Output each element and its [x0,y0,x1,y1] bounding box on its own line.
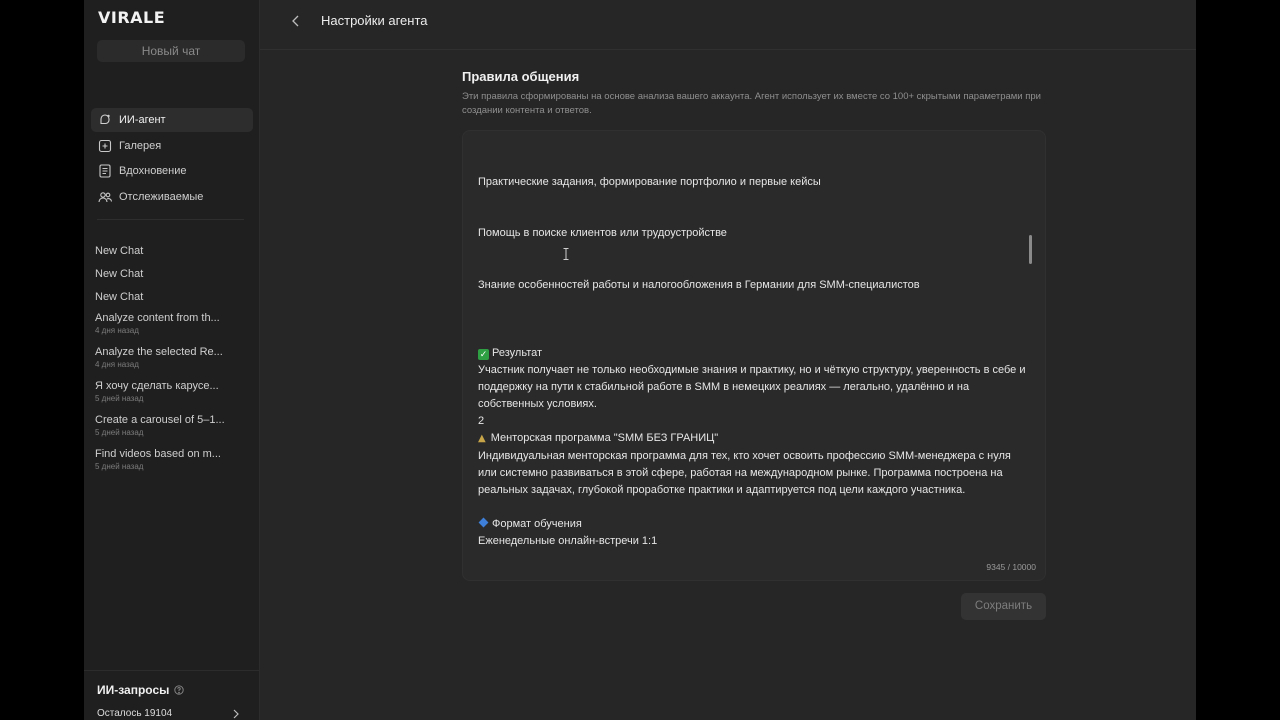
quota-title-label: ИИ-запросы [97,683,170,697]
chat-title: New Chat [95,291,144,303]
sidebar-item-label: ИИ-агент [119,114,166,126]
chat-history-item[interactable]: Analyze the selected Re... 4 дня назад [95,345,245,371]
text-cursor-icon [563,248,569,260]
check-mark-icon: ✓ [478,348,489,360]
page-title: Настройки агента [321,13,428,28]
editor-line: Знание особенностей работы и налогооблож… [478,278,920,291]
chat-history-item[interactable]: New Chat [95,244,245,258]
chat-title: Analyze content from th... [95,312,220,324]
chat-date: 4 дня назад [95,360,139,369]
editor-line: Помощь в поиске клиентов или трудоустрой… [478,227,727,240]
chat-date: 5 дней назад [95,462,144,471]
editor-heading: ▲ Менторская программа "SMM БЕЗ ГРАНИЦ" [478,430,1026,447]
chat-title: Find videos based on m... [95,448,221,460]
program-heading: Менторская программа "SMM БЕЗ ГРАНИЦ" [490,432,719,445]
tracked-users-icon [98,192,112,202]
back-arrow-icon[interactable] [290,14,302,28]
sidebar-nav: ИИ-агент Галерея Вдохновение Отслеживаем… [91,108,253,210]
chat-history-item[interactable]: Я хочу сделать карусе... 5 дней назад [95,379,245,405]
help-icon[interactable] [174,685,185,695]
chat-date: 5 дней назад [95,428,144,437]
chat-title: New Chat [95,268,144,280]
chat-title: Analyze the selected Re... [95,346,223,358]
section-title: Правила общения [462,69,580,84]
editor-scrollbar[interactable] [1029,235,1032,264]
blue-diamond-icon [478,517,489,528]
save-button[interactable]: Сохранить [961,593,1046,620]
sidebar-item-inspiration[interactable]: Вдохновение [91,159,253,183]
sidebar-item-label: Вдохновение [119,165,187,178]
character-counter: 9345 / 10000 [986,562,1036,572]
chat-history-item[interactable]: Find videos based on m... 5 дней назад [95,447,245,473]
editor-line: Практические задания, формирование портф… [478,176,821,188]
rules-editor[interactable]: Практические задания, формирование портф… [462,130,1046,581]
chat-title: Я хочу сделать карусе... [95,380,219,392]
chat-date: 5 дней назад [95,394,144,403]
chevron-right-icon[interactable] [232,709,240,719]
inspiration-icon [99,164,111,178]
gallery-icon [98,139,112,152]
sidebar-divider [97,219,244,220]
chat-date: 4 дня назад [95,326,139,335]
quota-remaining[interactable]: Осталось 19104 [97,708,172,719]
chat-history-item[interactable]: Analyze content from th... 4 дня назад [95,311,245,337]
chat-history-item[interactable]: Create a carousel of 5–1... 5 дней назад [95,413,245,439]
chat-title: Create a carousel of 5–1... [95,414,225,426]
logo[interactable]: VIRALE [98,8,165,27]
quota-title: ИИ-запросы [97,683,185,697]
editor-heading: ✓ Результат [478,345,1026,362]
rules-editor-text[interactable]: Практические задания, формирование портф… [478,131,1026,550]
editor-paragraph: Участник получает не только необходимые … [478,364,1026,411]
chat-history-list: New Chat New Chat New Chat Analyze conte… [95,244,245,473]
page-header: Настройки агента [260,0,1196,50]
editor-heading: Формат обучения [478,516,1026,533]
new-chat-button[interactable]: Новый чат [97,40,245,62]
chat-history-item[interactable]: New Chat [95,290,245,304]
sidebar-item-tracked[interactable]: Отслеживаемые [91,185,253,209]
format-heading: Формат обучения [492,517,582,530]
sidebar-item-gallery[interactable]: Галерея [91,134,253,158]
app-window: VIRALE Новый чат ИИ-агент Галерея Вдохно… [84,0,1196,720]
sidebar: VIRALE Новый чат ИИ-агент Галерея Вдохно… [84,0,260,720]
result-heading: Результат [492,346,543,359]
sidebar-item-ai-agent[interactable]: ИИ-агент [91,108,253,132]
editor-line: Еженедельные онлайн-встречи 1:1 [478,534,658,547]
section-description: Эти правила сформированы на основе анали… [462,91,1041,116]
chat-history-item[interactable]: New Chat [95,267,245,281]
chat-title: New Chat [95,245,144,257]
sidebar-item-label: Галерея [119,139,162,152]
ai-quota-panel: ИИ-запросы Осталось 19104 [84,670,260,720]
ai-agent-icon [100,114,110,125]
graduation-cap-icon: ▲ [478,433,486,445]
editor-paragraph: Индивидуальная менторская программа для … [478,449,1011,496]
sidebar-item-label: Отслеживаемые [119,190,204,203]
editor-line: 2 [478,415,485,428]
